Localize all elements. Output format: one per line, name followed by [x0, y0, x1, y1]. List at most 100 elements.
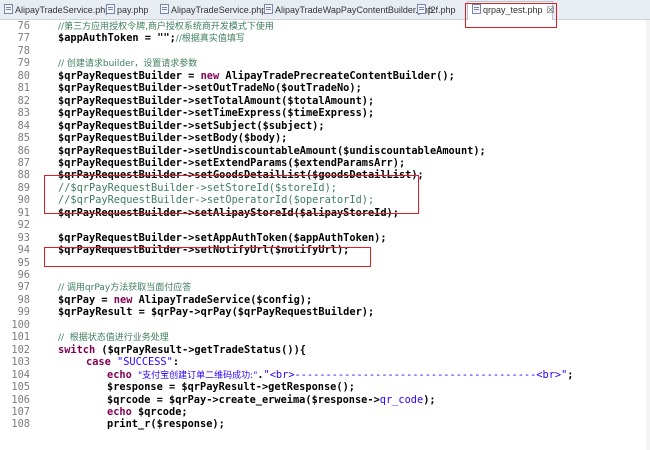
line-number: 85: [17, 132, 30, 145]
line-number: 78: [17, 44, 30, 57]
line-number: 101: [11, 331, 30, 344]
line-number: 89: [17, 181, 30, 194]
code-text: $qrPayRequestBuilder = new AlipayTradePr…: [58, 70, 455, 82]
code-token: $qrPayRequestBuilder->setExtendParams($e…: [58, 156, 406, 169]
line-number: 95: [17, 256, 30, 269]
line-number: 108: [11, 418, 30, 431]
code-editor[interactable]: 76 //第三方应用授权令牌,商户授权系统商开发模式下使用 77 $appAuthTo…: [0, 20, 650, 450]
code-token: $qrPay =: [58, 293, 114, 306]
code-token: case: [86, 356, 111, 369]
code-token: AlipayTradeService($config);: [132, 293, 313, 306]
tab-pay[interactable]: pay.php: [104, 2, 148, 19]
code-text: $qrPayRequestBuilder->setTotalAmount($to…: [58, 95, 374, 107]
code-text: $qrcode = $qrPay->create_erweima($respon…: [107, 394, 436, 406]
code-line: 80 $qrPayRequestBuilder = new AlipayTrade…: [0, 70, 650, 82]
code-token: echo: [107, 405, 132, 418]
code-token: "SUCCESS": [117, 356, 173, 369]
tab-label: AlipayTradeService.php: [171, 5, 267, 15]
code-token: :: [172, 356, 180, 369]
code-token: $qrcode;: [131, 405, 188, 418]
code-text: $qrPayRequestBuilder->setAppAuthToken($a…: [58, 232, 387, 244]
line-number: 106: [11, 393, 30, 406]
code-line: 79 // 创建请求builder，设置请求参数: [0, 57, 650, 69]
line-number: 92: [17, 219, 30, 232]
line-number: 76: [17, 20, 30, 32]
code-token: // 创建请求builder，设置请求参数: [58, 59, 198, 70]
tab-label: f2f.php: [428, 5, 456, 15]
line-number: 77: [17, 32, 30, 45]
code-text: $appAuthToken = "";//根据真实值填写: [58, 32, 245, 45]
code-token: qr_code: [379, 393, 424, 406]
code-text: $qrPay = new AlipayTradeService($config)…: [58, 294, 312, 306]
code-text: //第三方应用授权令牌,商户授权系统商开发模式下使用: [58, 20, 274, 33]
line-number: 94: [17, 244, 30, 257]
php-file-icon: [264, 4, 273, 14]
php-file-icon: [160, 4, 169, 14]
code-line: 105 $response = $qrPayResult->getResponse…: [0, 381, 650, 393]
tab-alipaytradeservice-2[interactable]: AlipayTradeService.php: [158, 2, 266, 19]
code-text: $response = $qrPayResult->getResponse();: [107, 381, 355, 393]
code-text: $qrPayRequestBuilder->setUndiscountableA…: [58, 145, 486, 157]
code-token: $qrPayResult = $qrPay->qrPay($qrPayReque…: [58, 306, 375, 319]
code-line: 97 // 调用qrPay方法获取当面付应答: [0, 281, 650, 293]
code-token: new: [113, 293, 133, 306]
code-line: 87 $qrPayRequestBuilder->setExtendParams(…: [0, 157, 650, 169]
line-number: 79: [17, 57, 30, 70]
code-line: 92: [0, 219, 650, 231]
code-line: 106 $qrcode = $qrPay->create_erweima($res…: [0, 394, 650, 406]
line-number: 86: [17, 144, 30, 157]
code-token: $qrPayRequestBuilder->setTotalAmount($to…: [58, 94, 375, 107]
code-text: $qrPayRequestBuilder->setSubject($subjec…: [58, 120, 325, 132]
line-number: 80: [17, 69, 30, 82]
code-token: new: [200, 69, 220, 82]
code-line: 103 case "SUCCESS":: [0, 356, 650, 368]
line-number: 83: [17, 107, 30, 120]
code-text: echo "支付宝创建订单二维码成功:"."<br>--------------…: [107, 369, 574, 382]
line-number: 103: [11, 356, 30, 369]
code-text: print_r($response);: [107, 418, 225, 430]
php-file-icon: [4, 4, 13, 14]
vertical-scrollbar[interactable]: [646, 20, 650, 450]
highlight-box-active-tab: [465, 3, 557, 28]
code-line: 78: [0, 45, 650, 57]
code-line: 81 $qrPayRequestBuilder->setOutTradeNo($o…: [0, 82, 650, 94]
code-token: //根据真实值填写: [175, 34, 245, 45]
code-text: echo $qrcode;: [107, 406, 188, 418]
code-line: 108 print_r($response);: [0, 418, 650, 430]
code-line: 104 echo "支付宝创建订单二维码成功:"."<br>-----------…: [0, 369, 650, 381]
code-text: // 调用qrPay方法获取当面付应答: [58, 281, 191, 294]
code-line: 84 $qrPayRequestBuilder->setSubject($subj…: [0, 120, 650, 132]
code-token: $qrPayRequestBuilder->setBody($body);: [58, 132, 288, 145]
code-line: 100: [0, 319, 650, 331]
code-text: $qrPayRequestBuilder->setExtendParams($e…: [58, 157, 405, 169]
line-number: 84: [17, 119, 30, 132]
line-number: 105: [11, 381, 30, 394]
line-number: 99: [17, 306, 30, 319]
line-number: 87: [17, 156, 30, 169]
tab-label: AlipayTradeService.php: [15, 5, 111, 15]
line-number: 93: [17, 231, 30, 244]
code-token: switch: [58, 343, 96, 356]
line-number: 100: [11, 318, 30, 331]
code-line: 83 $qrPayRequestBuilder->setTimeExpress($…: [0, 107, 650, 119]
code-line: 86 $qrPayRequestBuilder->setUndiscountabl…: [0, 145, 650, 157]
tab-f2f[interactable]: f2f.php: [415, 2, 456, 19]
code-token: $response = $qrPayResult->getResponse();: [107, 381, 355, 394]
code-line: 107 echo $qrcode;: [0, 406, 650, 418]
code-token: "支付宝创建订单二维码成功:": [138, 370, 258, 381]
tab-alipaytradeservice-1[interactable]: AlipayTradeService.php: [2, 2, 110, 19]
code-token: echo: [107, 368, 132, 381]
line-number: 82: [17, 94, 30, 107]
code-token: $qrPayRequestBuilder->setTimeExpress($ti…: [58, 107, 375, 120]
code-token: );: [423, 393, 436, 406]
code-text: $qrPayRequestBuilder->setTimeExpress($ti…: [58, 107, 374, 119]
code-token: ;: [567, 368, 574, 381]
code-line: 98 $qrPay = new AlipayTradeService($confi…: [0, 294, 650, 306]
code-line: 93 $qrPayRequestBuilder->setAppAuthToken(…: [0, 232, 650, 244]
highlight-box-notify-url-line: [44, 247, 371, 267]
code-line: 77 $appAuthToken = "";//根据真实值填写: [0, 32, 650, 44]
tab-alipaytradewappaycontentbuilder[interactable]: AlipayTradeWapPayContentBuilder.php: [262, 2, 433, 19]
code-token: AlipayTradePrecreateContentBuilder();: [219, 69, 455, 82]
code-line: 101 // 根据状态值进行业务处理: [0, 331, 650, 343]
code-token: print_r($response);: [107, 418, 225, 431]
